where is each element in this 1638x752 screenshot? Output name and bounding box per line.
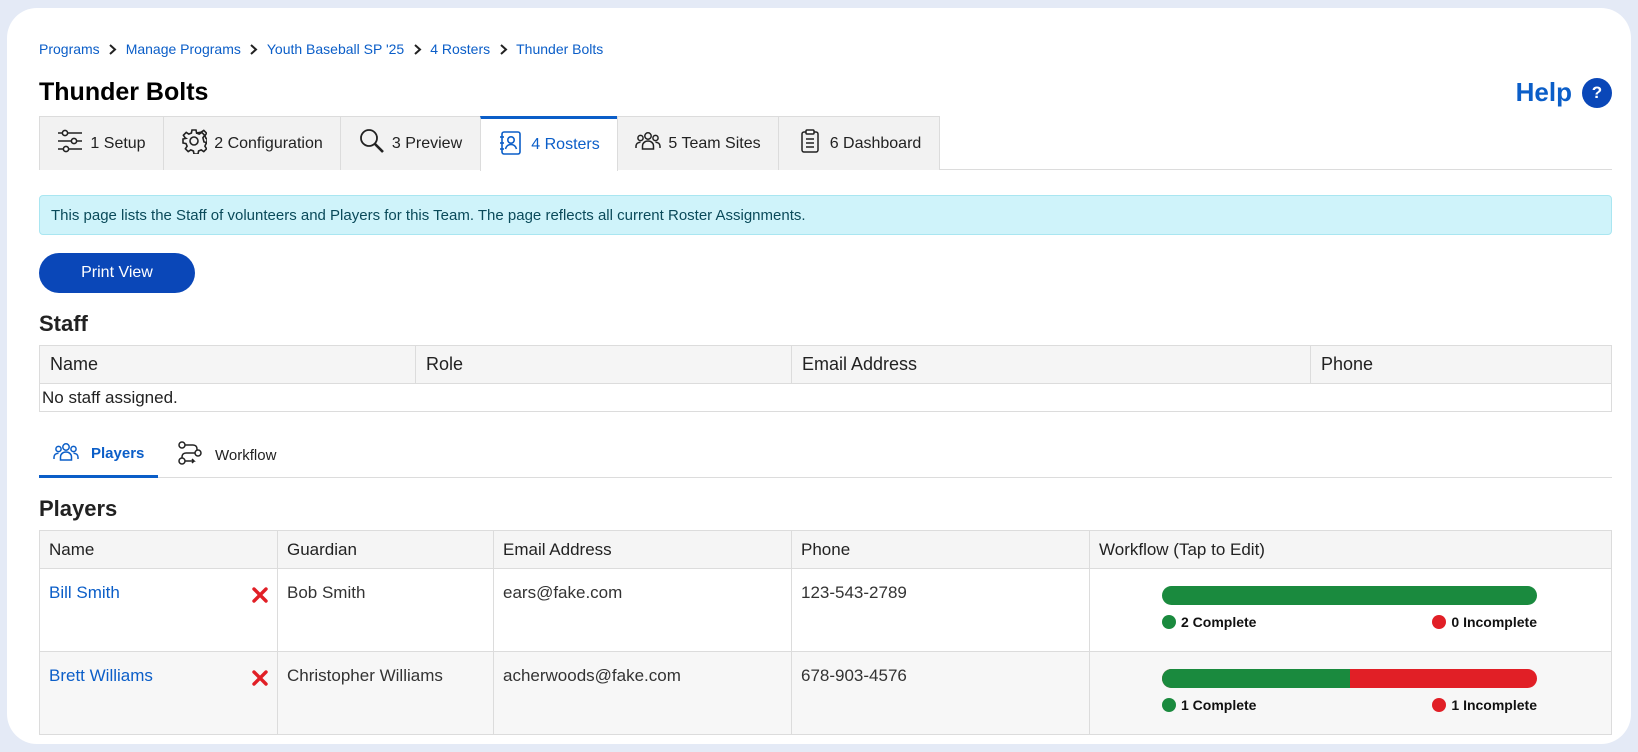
breadcrumb-team[interactable]: Thunder Bolts [516,41,603,57]
tab-label: 1 Setup [90,134,146,152]
remove-icon[interactable] [251,586,269,604]
info-alert: This page lists the Staff of volunteers … [39,195,1612,235]
workflow-legend: 1 Complete 1 Incomplete [1162,697,1537,713]
tab-label: Workflow [215,446,277,464]
guardian-cell: Bob Smith [277,568,494,652]
column-header: Name [39,530,278,569]
table-row: No staff assigned. [39,383,1612,412]
tab-label: 6 Dashboard [829,134,922,152]
people-icon [53,439,79,469]
wizard-tabs: 1 Setup 2 Configuration 3 Preview 4 Rost… [39,116,1612,171]
workflow-progress-bar [1162,586,1537,605]
sliders-icon [57,128,83,159]
page-card: Programs Manage Programs Youth Baseball … [7,8,1631,744]
tab-configuration[interactable]: 2 Configuration [163,116,341,170]
tab-label: 5 Team Sites [668,134,761,152]
tab-label: 4 Rosters [531,136,600,153]
incomplete-count: 0 Incomplete [1451,614,1537,630]
players-title: Players [39,496,118,521]
phone-cell: 123-543-2789 [791,568,1090,652]
breadcrumb-programs[interactable]: Programs [39,41,100,57]
column-header: Role [415,345,792,384]
complete-legend: 2 Complete [1162,614,1256,630]
empty-message: No staff assigned. [39,383,1612,412]
complete-legend: 1 Complete [1162,697,1256,713]
column-header: Name [39,345,416,384]
workflow-progress[interactable]: 1 Complete 1 Incomplete [1162,669,1537,713]
print-view-button[interactable]: Print View [39,253,195,293]
incomplete-dot-icon [1432,615,1447,629]
incomplete-count: 1 Incomplete [1451,697,1537,713]
roster-book-icon [498,130,524,161]
complete-dot-icon [1162,615,1176,629]
breadcrumb: Programs Manage Programs Youth Baseball … [39,41,603,57]
tab-label: Players [91,445,145,462]
tab-workflow[interactable]: Workflow [163,432,290,478]
table-row: Bill Smith Bob Smith ears@fake.com 123-5… [39,568,1612,652]
chevron-right-icon [404,43,430,55]
column-header: Phone [1310,345,1612,384]
player-name-link[interactable]: Brett Williams [49,666,153,685]
tab-rosters[interactable]: 4 Rosters [480,116,618,171]
player-name-cell: Brett Williams [39,651,278,735]
people-icon [635,128,662,159]
workflow-icon [177,440,203,470]
staff-table: Name Role Email Address Phone No staff a… [39,345,1612,412]
incomplete-legend: 0 Incomplete [1432,614,1537,630]
complete-dot-icon [1162,698,1176,712]
column-header: Email Address [791,345,1311,384]
tab-team-sites[interactable]: 5 Team Sites [617,116,779,170]
column-header: Workflow (Tap to Edit) [1089,530,1612,569]
help-label: Help [1515,77,1572,107]
chevron-right-icon [241,43,267,55]
workflow-progress-fill [1162,669,1350,688]
player-name-cell: Bill Smith [39,568,278,652]
incomplete-legend: 1 Incomplete [1432,697,1537,713]
email-cell: ears@fake.com [493,568,792,652]
chevron-right-icon [100,43,126,55]
incomplete-dot-icon [1432,698,1447,712]
workflow-progress-fill [1162,586,1537,605]
help-button[interactable]: Help ? [1516,77,1612,108]
guardian-cell: Christopher Williams [277,651,494,735]
email-cell: acherwoods@fake.com [493,651,792,735]
tab-label: 3 Preview [391,134,463,152]
player-name-link[interactable]: Bill Smith [49,583,120,602]
chevron-right-icon [490,43,516,55]
remove-icon[interactable] [251,669,269,687]
table-row: Brett Williams Christopher Williams ache… [39,651,1612,735]
tab-label: 2 Configuration [214,134,323,152]
clipboard-icon [797,128,823,159]
tab-preview[interactable]: 3 Preview [340,116,481,170]
tab-dashboard[interactable]: 6 Dashboard [778,116,940,170]
magnifier-icon [359,128,385,159]
breadcrumb-rosters[interactable]: 4 Rosters [430,41,490,57]
column-header: Phone [791,530,1090,569]
table-header-row: Name Role Email Address Phone [39,345,1612,384]
workflow-legend: 2 Complete 0 Incomplete [1162,614,1537,630]
players-table: Name Guardian Email Address Phone Workfl… [39,530,1612,735]
column-header: Guardian [277,530,494,569]
breadcrumb-manage-programs[interactable]: Manage Programs [126,41,241,57]
question-icon[interactable]: ? [1582,77,1612,108]
complete-count: 2 Complete [1181,614,1257,630]
page-title: Thunder Bolts [39,78,209,106]
breadcrumb-program[interactable]: Youth Baseball SP '25 [267,41,404,57]
staff-title: Staff [39,311,88,336]
complete-count: 1 Complete [1181,697,1257,713]
roster-sub-tabs: Players Workflow [39,432,1612,478]
workflow-progress[interactable]: 2 Complete 0 Incomplete [1162,586,1537,630]
workflow-progress-bar [1162,669,1537,688]
phone-cell: 678-903-4576 [791,651,1090,735]
tab-setup[interactable]: 1 Setup [39,116,164,170]
tab-players[interactable]: Players [39,432,158,478]
gear-icon [181,128,211,159]
table-header-row: Name Guardian Email Address Phone Workfl… [39,530,1612,569]
column-header: Email Address [493,530,792,569]
workflow-cell: 1 Complete 1 Incomplete [1089,651,1612,735]
workflow-cell: 2 Complete 0 Incomplete [1089,568,1612,652]
